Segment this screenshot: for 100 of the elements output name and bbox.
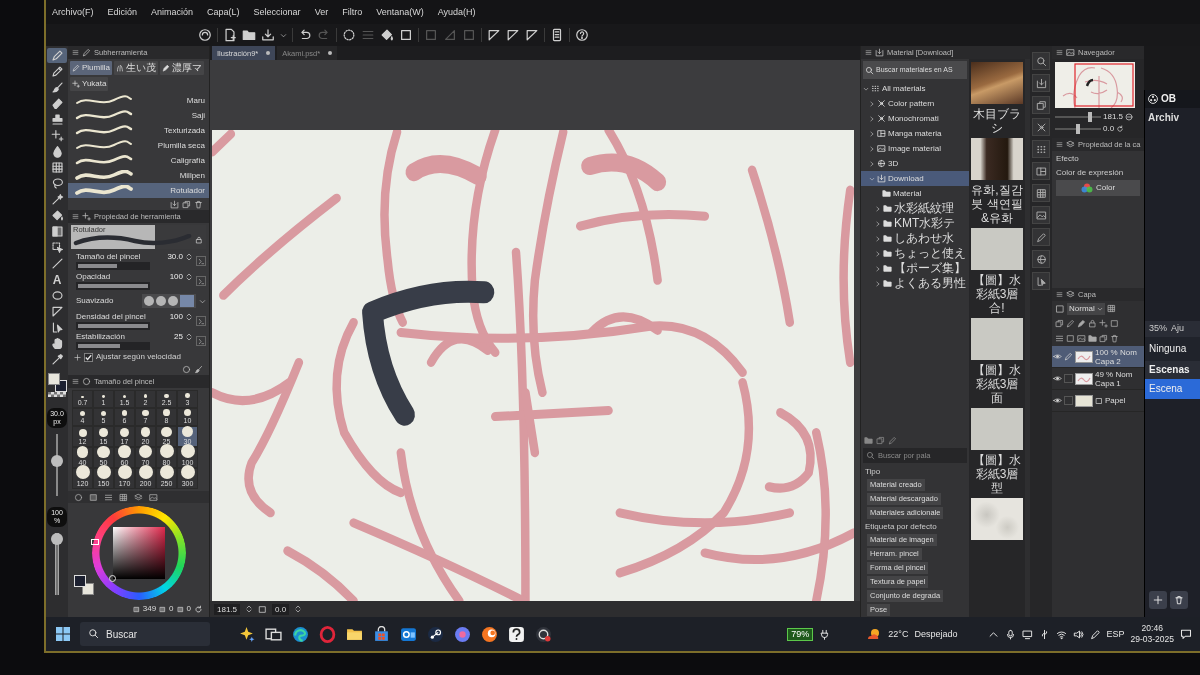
- square-icon[interactable]: [399, 28, 413, 42]
- filled-square-icon[interactable]: [89, 492, 98, 502]
- spinner-arrows-icon[interactable]: [245, 605, 254, 613]
- tree-item[interactable]: Download: [861, 171, 969, 186]
- layer-row[interactable]: Papel: [1052, 390, 1144, 412]
- ring-app-icon[interactable]: [319, 625, 336, 643]
- toggle-button[interactable]: [196, 336, 206, 346]
- caret-right-icon[interactable]: [875, 220, 881, 227]
- text-tool-button[interactable]: A: [47, 272, 67, 287]
- copy-icon[interactable]: [182, 199, 191, 209]
- display-icon[interactable]: [1021, 628, 1033, 640]
- tree-item[interactable]: All materials: [861, 81, 969, 96]
- eye-icon[interactable]: [1053, 396, 1062, 405]
- lock-icon[interactable]: [195, 235, 203, 244]
- zoom-value[interactable]: 181.5: [214, 603, 241, 615]
- tree-item[interactable]: Manga materia: [861, 126, 969, 141]
- smoothing-option[interactable]: [168, 296, 178, 306]
- caret-right-icon[interactable]: [869, 160, 875, 167]
- subtool-group-tab[interactable]: 生い茂: [114, 61, 158, 75]
- brush-item[interactable]: Saji: [68, 108, 209, 123]
- color-square[interactable]: [112, 527, 165, 579]
- caret-right-icon[interactable]: [875, 250, 881, 257]
- disc-app-icon[interactable]: [427, 625, 444, 643]
- smoothing-option[interactable]: [156, 296, 166, 306]
- caret-down-icon[interactable]: [199, 297, 206, 305]
- copy-icon[interactable]: [876, 435, 885, 445]
- tree-item[interactable]: Color pattern: [861, 96, 969, 111]
- brush-item[interactable]: Plumilla seca: [68, 138, 209, 153]
- copy-icon[interactable]: [1055, 319, 1064, 328]
- ruler-icon[interactable]: [487, 28, 501, 42]
- texture-thumbnail[interactable]: [971, 228, 1023, 270]
- clock-button[interactable]: 20:46 29-03-2025: [1130, 623, 1174, 645]
- speech-bubble-app-icon[interactable]: [508, 625, 525, 643]
- square-icon[interactable]: [1055, 303, 1065, 314]
- image-icon[interactable]: [149, 492, 158, 502]
- menu-item[interactable]: Seleccionar: [253, 6, 301, 18]
- rotate-arrow-icon[interactable]: [194, 604, 203, 614]
- checkbox[interactable]: [84, 352, 93, 362]
- menu-icon[interactable]: [865, 49, 872, 56]
- material-folder-button[interactable]: [1032, 96, 1050, 114]
- menu-icon[interactable]: [72, 49, 79, 56]
- swirl-app-icon[interactable]: [292, 625, 309, 643]
- property-slider[interactable]: [76, 262, 150, 271]
- toggle-button[interactable]: [196, 276, 206, 286]
- bucket-icon[interactable]: [380, 28, 394, 42]
- material-folder-button[interactable]: [1032, 162, 1050, 180]
- photo-placeholder[interactable]: [971, 138, 1023, 180]
- folder-icon[interactable]: [1088, 334, 1097, 343]
- dotted-circle-icon[interactable]: [342, 28, 356, 42]
- spinner-arrows-icon[interactable]: [185, 332, 193, 341]
- caret-right-icon[interactable]: [869, 130, 875, 137]
- rotate-arrow-icon[interactable]: [1116, 125, 1125, 133]
- layer-row[interactable]: 100 % Nom Capa 2: [1052, 346, 1144, 368]
- trash-icon[interactable]: [1110, 334, 1119, 343]
- grid-icon[interactable]: [1106, 304, 1116, 313]
- taskbar-search-field[interactable]: Buscar: [80, 622, 210, 646]
- eye-icon[interactable]: [1053, 374, 1062, 383]
- caret-right-icon[interactable]: [875, 280, 881, 287]
- layer-row[interactable]: 49 % Nom Capa 1: [1052, 368, 1144, 390]
- texture-thumbnail[interactable]: [971, 318, 1023, 360]
- lines-icon[interactable]: [104, 492, 113, 502]
- circle-icon[interactable]: [182, 364, 191, 374]
- brush-item[interactable]: Maru: [68, 93, 209, 108]
- material-folder-button[interactable]: [1032, 52, 1050, 70]
- menu-item[interactable]: Ayuda(H): [437, 6, 476, 18]
- menu-item[interactable]: Edición: [107, 6, 138, 18]
- subtool-group-tab[interactable]: Plumilla: [70, 61, 112, 75]
- scene-item[interactable]: Escena: [1145, 378, 1200, 399]
- spinner-arrows-icon[interactable]: [185, 252, 193, 261]
- menu-icon[interactable]: [1056, 291, 1063, 298]
- tool-button[interactable]: [47, 48, 67, 63]
- download-tray-icon[interactable]: [261, 28, 275, 42]
- minus-circle-icon[interactable]: [1125, 113, 1134, 121]
- layers-icon[interactable]: [134, 492, 143, 502]
- wifi-icon[interactable]: [1055, 628, 1067, 640]
- new-file-icon[interactable]: [223, 28, 237, 42]
- close-icon[interactable]: [328, 51, 333, 55]
- spinner-arrows-icon[interactable]: [185, 272, 193, 281]
- slider-thumb[interactable]: [1076, 124, 1080, 134]
- material-folder-button[interactable]: [1032, 206, 1050, 224]
- caret-down-icon[interactable]: [280, 31, 287, 39]
- trash-icon[interactable]: [194, 199, 203, 209]
- spinner-arrows-icon[interactable]: [185, 312, 193, 321]
- brush-item[interactable]: Millpen: [68, 168, 209, 183]
- menu-item[interactable]: Filtro: [342, 6, 363, 18]
- transparent-swatch-icon[interactable]: [48, 392, 66, 397]
- caret-right-icon[interactable]: [869, 115, 875, 122]
- caret-right-icon[interactable]: [875, 265, 881, 272]
- app-logo-icon[interactable]: [198, 28, 212, 42]
- crescent-app-icon[interactable]: [481, 625, 498, 643]
- battery-percentage[interactable]: 79%: [787, 627, 814, 641]
- tree-item[interactable]: 3D: [861, 156, 969, 171]
- color-swatch-icon[interactable]: [82, 583, 94, 595]
- input-language[interactable]: ESP: [1106, 628, 1125, 640]
- help-icon[interactable]: [575, 28, 589, 42]
- material-folder-button[interactable]: [1032, 74, 1050, 92]
- copy-icon[interactable]: [1099, 334, 1108, 343]
- color-button[interactable]: Color: [1056, 180, 1140, 197]
- caret-right-icon[interactable]: [875, 205, 881, 212]
- ruler-icon[interactable]: [525, 28, 539, 42]
